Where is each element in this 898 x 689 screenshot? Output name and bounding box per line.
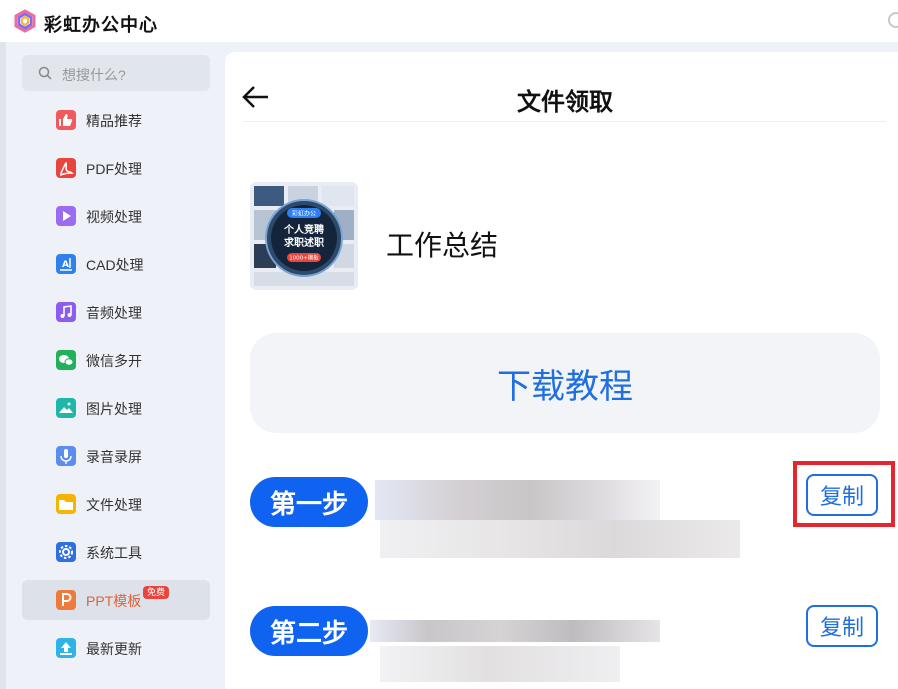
- sidebar-item-0[interactable]: 精品推荐: [22, 100, 210, 140]
- sidebar-item-label: 系统工具: [86, 545, 142, 561]
- sidebar-item-7[interactable]: 录音录屏: [22, 436, 210, 476]
- wechat-icon: [56, 350, 76, 370]
- svg-text:A: A: [62, 260, 69, 270]
- thumb-badge: 彩虹办公: [292, 210, 316, 218]
- sidebar-item-8[interactable]: 文件处理: [22, 484, 210, 524]
- folder-icon: [56, 494, 76, 514]
- sidebar-item-5[interactable]: 微信多开: [22, 340, 210, 380]
- sidebar-item-label: 音频处理: [86, 305, 142, 321]
- sidebar-item-label: 视频处理: [86, 209, 142, 225]
- thumbs-up-icon: [56, 110, 76, 130]
- thumb-line2: 求职述职: [284, 236, 324, 249]
- app-logo-icon: [14, 9, 36, 33]
- sidebar-item-10[interactable]: PPT模板 免费: [22, 580, 210, 620]
- window-control-icon[interactable]: [888, 12, 898, 28]
- sidebar-item-9[interactable]: 系统工具: [22, 532, 210, 572]
- sidebar-item-label: 文件处理: [86, 497, 142, 513]
- sidebar-item-label: 微信多开: [86, 353, 142, 369]
- app-title: 彩虹办公中心: [44, 15, 158, 35]
- sidebar-item-label: 精品推荐: [86, 113, 142, 129]
- play-icon: [56, 206, 76, 226]
- upload-icon: [56, 638, 76, 658]
- page-title: 文件领取: [517, 89, 613, 116]
- search-icon: [38, 66, 52, 80]
- divider: [243, 121, 886, 122]
- sidebar-item-label: PDF处理: [86, 161, 142, 177]
- gear-icon: [56, 542, 76, 562]
- step-1-label: 第一步: [250, 477, 368, 527]
- sidebar-item-6[interactable]: 图片处理: [22, 388, 210, 428]
- sidebar-item-11[interactable]: 最新更新: [22, 628, 210, 668]
- highlight-box: [793, 461, 895, 527]
- sidebar-item-1[interactable]: PDF处理: [22, 148, 210, 188]
- cad-icon: A: [56, 254, 76, 274]
- sidebar-item-label: 图片处理: [86, 401, 142, 417]
- step-2-label: 第二步: [250, 606, 368, 656]
- search-placeholder: 想搜什么?: [62, 67, 126, 83]
- download-tutorial-button[interactable]: 下载教程: [250, 333, 880, 433]
- redacted-link-1: [375, 480, 745, 560]
- sidebar-item-label: 最新更新: [86, 641, 142, 657]
- redacted-link-2: [370, 604, 670, 689]
- sidebar-item-label: CAD处理: [86, 257, 144, 273]
- main-panel: 文件领取 彩虹办公 个人竞聘 求职述职 1000+模板 工作总结 下载教程 第一…: [225, 52, 898, 689]
- sidebar-item-3[interactable]: A CAD处理: [22, 244, 210, 284]
- ppt-icon: [56, 590, 76, 610]
- sidebar: 想搜什么? 精品推荐 PDF处理视频处理 A CAD处理音频处理微信多开图片处理录音录…: [6, 42, 220, 689]
- file-thumbnail: 彩虹办公 个人竞聘 求职述职 1000+模板: [250, 182, 358, 290]
- title-bar: 彩虹办公中心: [0, 0, 898, 42]
- sidebar-item-2[interactable]: 视频处理: [22, 196, 210, 236]
- sidebar-item-4[interactable]: 音频处理: [22, 292, 210, 332]
- free-badge: 免费: [143, 586, 170, 599]
- mic-icon: [56, 446, 76, 466]
- thumb-count: 1000+模板: [289, 254, 319, 262]
- copy-button-2[interactable]: 复制: [806, 605, 878, 647]
- thumb-line1: 个人竞聘: [283, 223, 324, 236]
- search-input[interactable]: 想搜什么?: [22, 55, 210, 91]
- music-icon: [56, 302, 76, 322]
- image-icon: [56, 398, 76, 418]
- sidebar-item-label: 录音录屏: [86, 449, 142, 465]
- file-name: 工作总结: [386, 230, 499, 261]
- sidebar-item-label: PPT模板: [86, 593, 142, 609]
- pdf-icon: [56, 158, 76, 178]
